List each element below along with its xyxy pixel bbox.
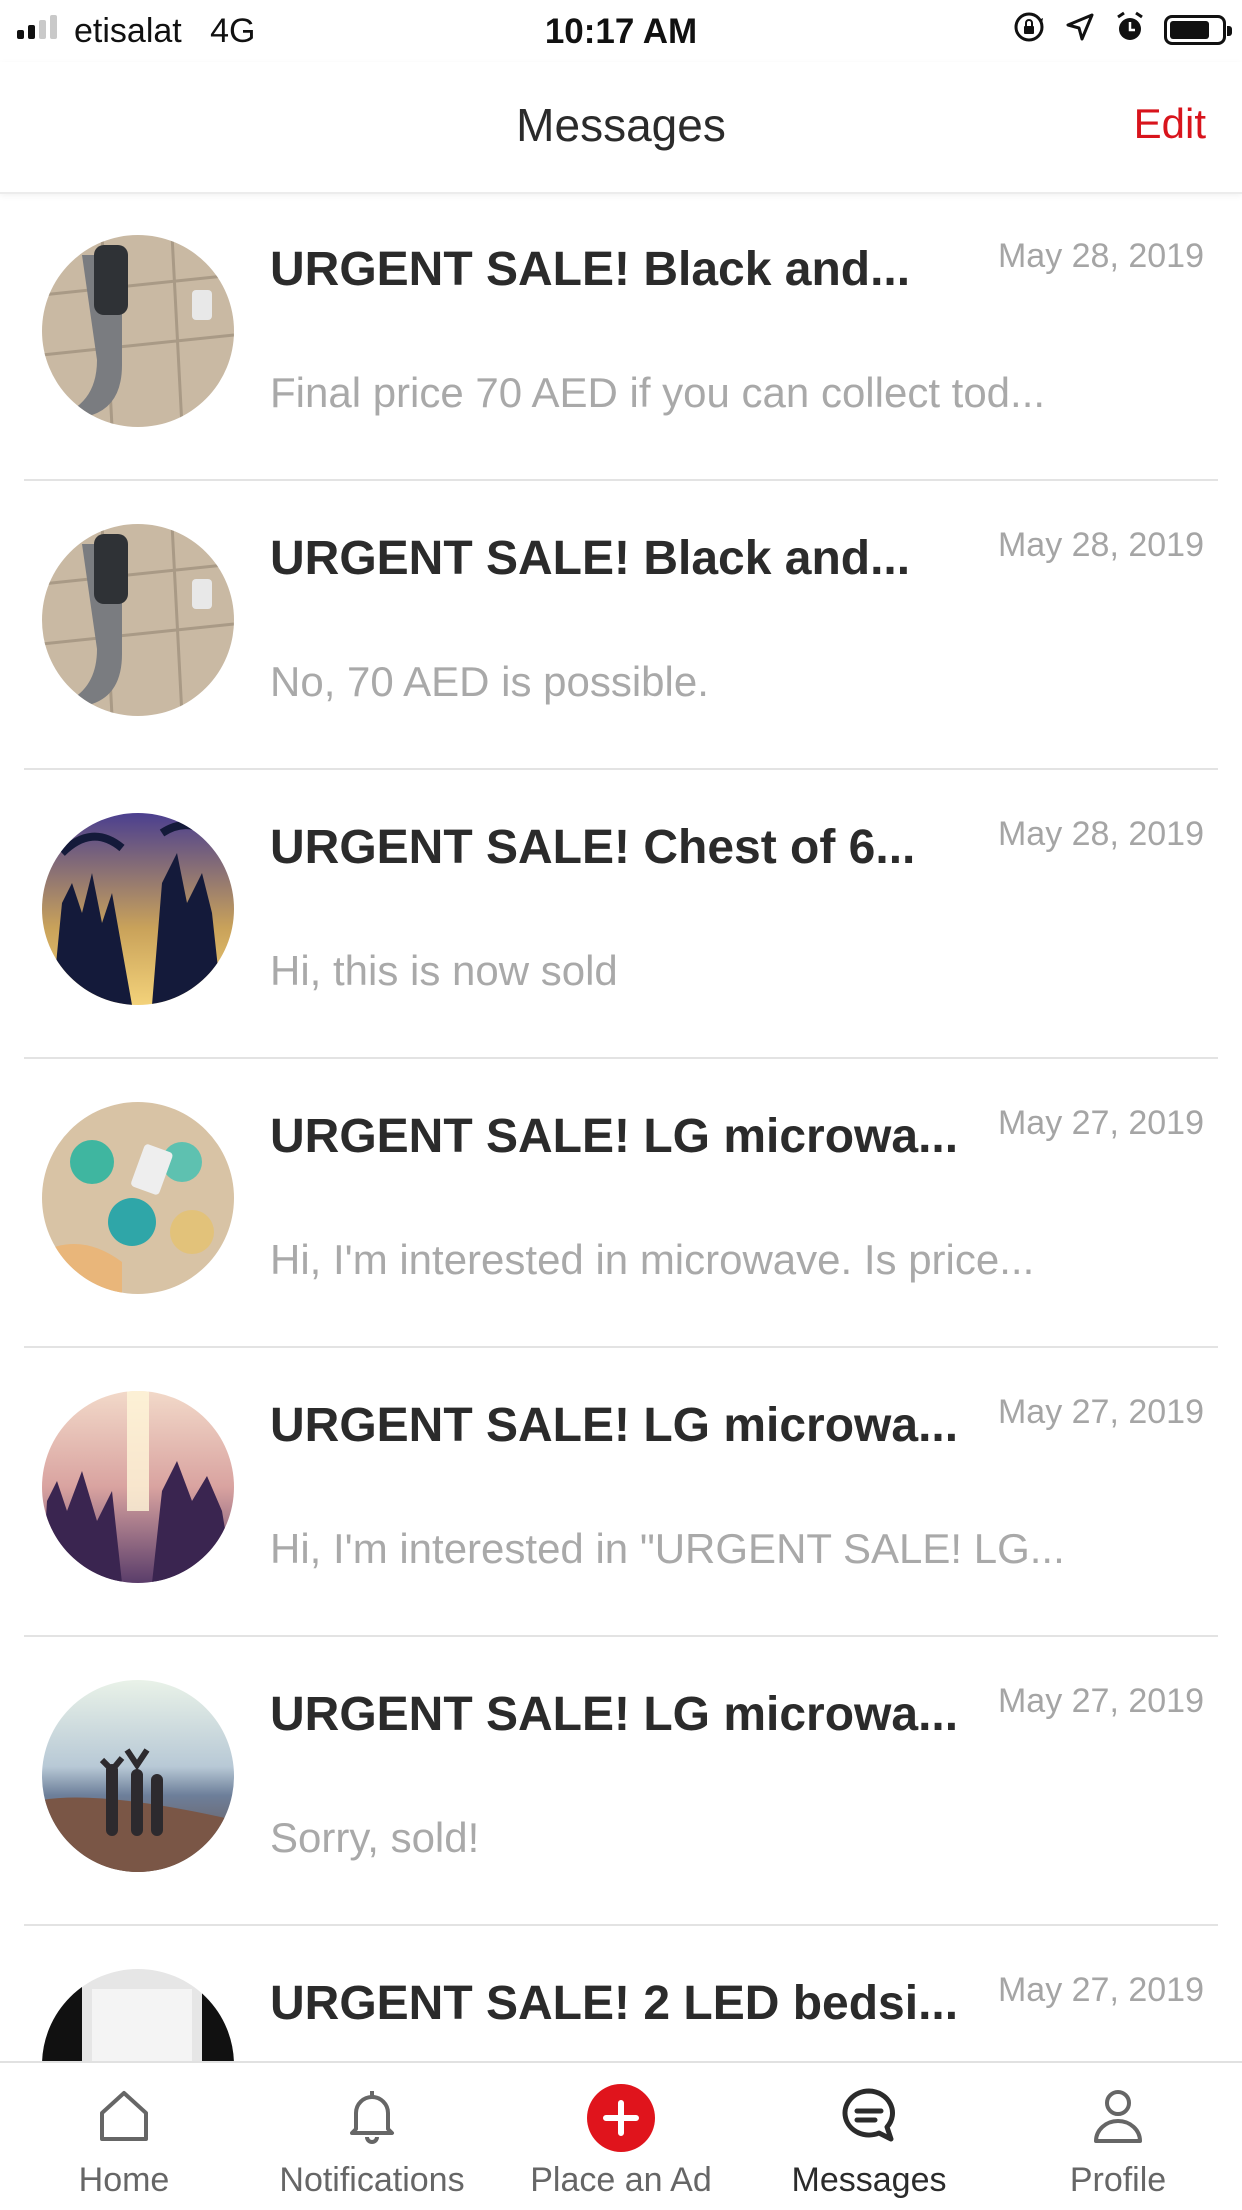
message-preview: Hi, I'm interested in "URGENT SALE! LG..… bbox=[270, 1525, 1065, 1572]
tab-label: Messages bbox=[791, 2161, 947, 2199]
message-title: URGENT SALE! Chest of 6... bbox=[270, 821, 916, 874]
message-row[interactable]: URGENT SALE! Chest of 6... May 28, 2019 … bbox=[0, 770, 1242, 1059]
avatar bbox=[42, 1969, 234, 2062]
message-date: May 27, 2019 bbox=[997, 1971, 1204, 2009]
alarm-clock-icon bbox=[1114, 10, 1146, 49]
tab-messages[interactable]: Messages bbox=[745, 2063, 993, 2210]
message-row[interactable]: URGENT SALE! LG microwa... May 27, 2019 … bbox=[0, 1348, 1242, 1637]
message-row[interactable]: URGENT SALE! LG microwa... May 27, 2019 … bbox=[0, 1637, 1242, 1926]
chat-bubble-icon bbox=[839, 2085, 899, 2145]
tab-home[interactable]: Home bbox=[0, 2063, 248, 2210]
message-row[interactable]: URGENT SALE! 2 LED bedsi... May 27, 2019 bbox=[0, 1926, 1242, 2062]
message-preview: Hi, I'm interested in microwave. Is pric… bbox=[270, 1236, 1035, 1283]
avatar bbox=[42, 1102, 234, 1294]
tab-profile[interactable]: Profile bbox=[994, 2063, 1242, 2210]
message-title: URGENT SALE! LG microwa... bbox=[270, 1110, 959, 1163]
avatar bbox=[42, 524, 234, 716]
message-list[interactable]: URGENT SALE! Black and... May 28, 2019 F… bbox=[0, 192, 1242, 2062]
message-row[interactable]: URGENT SALE! Black and... May 28, 2019 F… bbox=[0, 192, 1242, 481]
message-preview: Final price 70 AED if you can collect to… bbox=[270, 369, 1046, 416]
message-date: May 27, 2019 bbox=[997, 1393, 1204, 1431]
message-title: URGENT SALE! LG microwa... bbox=[270, 1399, 959, 1452]
tab-label: Place an Ad bbox=[530, 2161, 712, 2199]
message-title: URGENT SALE! LG microwa... bbox=[270, 1688, 959, 1741]
edit-button[interactable]: Edit bbox=[1134, 100, 1206, 148]
location-arrow-icon bbox=[1064, 11, 1096, 48]
message-date: May 28, 2019 bbox=[997, 237, 1204, 275]
message-date: May 27, 2019 bbox=[997, 1104, 1204, 1142]
tab-label: Home bbox=[78, 2161, 170, 2199]
message-date: May 28, 2019 bbox=[997, 526, 1204, 564]
avatar bbox=[42, 1391, 234, 1583]
tab-place-an-ad[interactable]: Place an Ad bbox=[497, 2063, 745, 2210]
battery-icon bbox=[1164, 14, 1232, 45]
person-icon bbox=[1088, 2085, 1148, 2145]
tab-notifications[interactable]: Notifications bbox=[248, 2063, 496, 2210]
status-bar: etisalat 4G 10:17 AM bbox=[0, 0, 1242, 62]
avatar bbox=[42, 813, 234, 1005]
navigation-bar: Messages Edit bbox=[0, 62, 1242, 194]
tab-label: Notifications bbox=[279, 2161, 465, 2199]
message-preview: Hi, this is now sold bbox=[270, 947, 618, 994]
page-title: Messages bbox=[516, 99, 726, 151]
message-date: May 28, 2019 bbox=[997, 815, 1204, 853]
message-row[interactable]: URGENT SALE! LG microwa... May 27, 2019 … bbox=[0, 1059, 1242, 1348]
message-title: URGENT SALE! Black and... bbox=[270, 532, 911, 585]
tab-label: Profile bbox=[1069, 2161, 1167, 2199]
avatar bbox=[42, 1680, 234, 1872]
plus-circle-icon bbox=[587, 2084, 655, 2152]
message-title: URGENT SALE! 2 LED bedsi... bbox=[270, 1977, 959, 2030]
rotation-lock-icon bbox=[1012, 10, 1046, 49]
message-title: URGENT SALE! Black and... bbox=[270, 243, 911, 296]
home-icon bbox=[94, 2085, 154, 2145]
message-date: May 27, 2019 bbox=[997, 1682, 1204, 1720]
tab-bar: Home Notifications Place an Ad Messages … bbox=[0, 2061, 1242, 2210]
message-preview: Sorry, sold! bbox=[270, 1814, 480, 1861]
bell-icon bbox=[342, 2085, 402, 2145]
message-row[interactable]: URGENT SALE! Black and... May 28, 2019 N… bbox=[0, 481, 1242, 770]
avatar bbox=[42, 235, 234, 427]
message-preview: No, 70 AED is possible. bbox=[270, 658, 709, 705]
